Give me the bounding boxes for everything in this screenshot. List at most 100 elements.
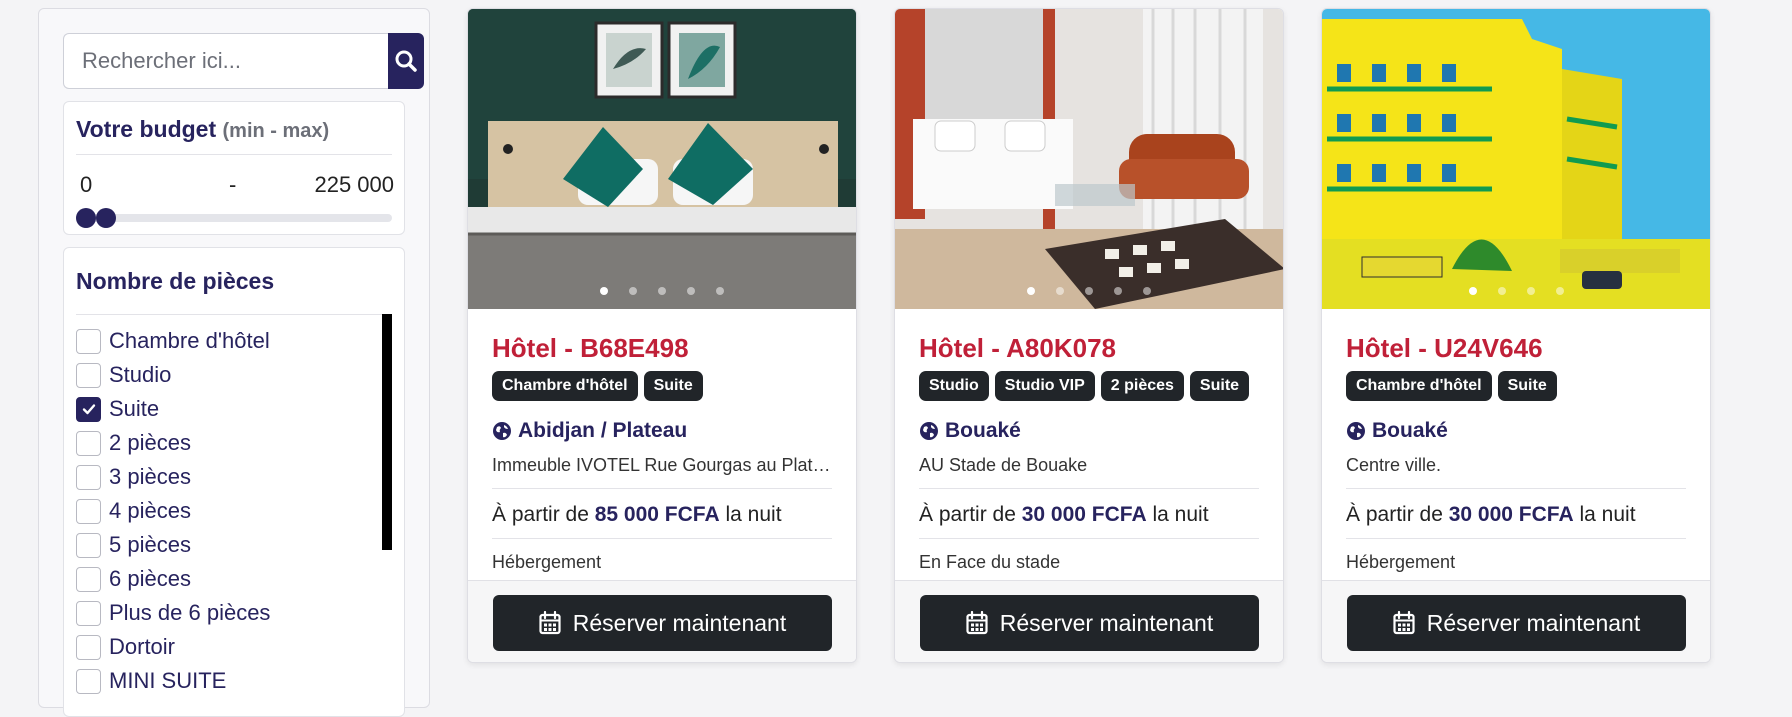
room-option-checkbox[interactable] xyxy=(76,532,101,558)
budget-min-handle[interactable] xyxy=(76,208,96,228)
room-option[interactable]: 5 pièces xyxy=(76,528,270,562)
card-footer: Réserver maintenant xyxy=(1322,580,1710,662)
room-option[interactable]: 6 pièces xyxy=(76,562,270,596)
room-type-badge: Chambre d'hôtel xyxy=(1346,371,1492,401)
carousel-dot[interactable] xyxy=(600,287,608,295)
divider xyxy=(492,488,832,489)
room-option[interactable]: 3 pièces xyxy=(76,460,270,494)
listing-card[interactable]: Hôtel - A80K078 Studio Studio VIP 2 pièces S… xyxy=(894,8,1284,663)
room-option[interactable]: MINI SUITE xyxy=(76,664,270,698)
book-now-button[interactable]: Réserver maintenant xyxy=(493,595,832,651)
search-button[interactable] xyxy=(388,33,424,89)
price-amount: 30 000 FCFA xyxy=(1021,503,1147,526)
card-footer: Réserver maintenant xyxy=(895,580,1283,662)
budget-subtitle: (min - max) xyxy=(222,120,330,142)
price-suffix: la nuit xyxy=(1579,503,1636,526)
room-option-checkbox[interactable] xyxy=(76,634,101,660)
divider xyxy=(492,538,832,539)
search-input[interactable] xyxy=(63,33,388,89)
location-text: Bouaké xyxy=(1372,419,1448,442)
carousel-dot[interactable] xyxy=(716,287,724,295)
globe-icon xyxy=(1347,422,1365,440)
calendar-icon xyxy=(1393,611,1415,635)
room-type-badge: Studio xyxy=(919,371,989,401)
listing-address: AU Stade de Bouake xyxy=(919,455,1088,475)
listing-photo[interactable] xyxy=(895,9,1283,309)
budget-separator: - xyxy=(229,172,237,197)
room-option-label: 6 pièces xyxy=(109,566,191,591)
carousel-dot[interactable] xyxy=(629,287,637,295)
room-option-checkbox[interactable] xyxy=(76,600,101,626)
location-text: Abidjan / Plateau xyxy=(518,419,688,442)
listing-address: Centre ville. xyxy=(1346,455,1442,475)
carousel-dot[interactable] xyxy=(1027,287,1035,295)
carousel-dot[interactable] xyxy=(1143,287,1151,295)
listing-title[interactable]: Hôtel - A80K078 xyxy=(919,333,1116,364)
carousel-dot[interactable] xyxy=(658,287,666,295)
room-option-checkbox[interactable] xyxy=(76,396,101,422)
carousel-dot[interactable] xyxy=(1497,287,1506,295)
room-option[interactable]: Studio xyxy=(76,358,270,392)
divider xyxy=(76,314,392,315)
budget-title-text: Votre budget xyxy=(76,116,217,142)
room-type-badge: Studio VIP xyxy=(994,371,1095,401)
carousel-dot[interactable] xyxy=(1114,287,1122,295)
room-option-label: 5 pièces xyxy=(109,532,191,557)
budget-slider-track[interactable] xyxy=(76,214,392,222)
price-suffix: la nuit xyxy=(725,503,782,526)
listing-title[interactable]: Hôtel - B68E498 xyxy=(492,333,689,364)
room-option-label: Plus de 6 pièces xyxy=(109,600,271,625)
listing-card[interactable]: Hôtel - B68E498 Chambre d'hôtel Suite Abid… xyxy=(467,8,857,663)
room-option-checkbox[interactable] xyxy=(76,464,101,490)
search-icon xyxy=(395,50,417,72)
listing-photo[interactable] xyxy=(1322,9,1710,309)
room-type-badge: 2 pièces xyxy=(1100,371,1184,401)
room-type-badge: Chambre d'hôtel xyxy=(492,371,638,401)
listing-category: En Face du stade xyxy=(919,552,1061,572)
room-type-badge: Suite xyxy=(1497,371,1557,401)
book-now-button[interactable]: Réserver maintenant xyxy=(1347,595,1686,651)
carousel-dot[interactable] xyxy=(1555,287,1564,295)
carousel-dot[interactable] xyxy=(1468,287,1477,295)
room-option-label: 2 pièces xyxy=(109,430,191,455)
room-type-badge: Suite xyxy=(1189,371,1250,401)
price-amount: 30 000 FCFA xyxy=(1448,503,1574,526)
listing-photo[interactable] xyxy=(468,9,856,309)
carousel-dot[interactable] xyxy=(1085,287,1093,295)
room-option-checkbox[interactable] xyxy=(76,430,101,456)
room-option-checkbox[interactable] xyxy=(76,668,101,694)
divider xyxy=(1346,488,1686,489)
filter-sidebar: Votre budget (min - max) 0 - 225 000 Nom… xyxy=(38,8,430,717)
room-option-label: Dortoir xyxy=(109,634,176,659)
room-option-checkbox[interactable] xyxy=(76,328,101,354)
room-option[interactable]: 4 pièces xyxy=(76,494,270,528)
book-now-button[interactable]: Réserver maintenant xyxy=(920,595,1259,651)
listing-category: Hébergement xyxy=(1346,552,1456,572)
budget-min-value: 0 xyxy=(80,172,93,197)
room-option-checkbox[interactable] xyxy=(76,498,101,524)
rooms-scrollbar-thumb[interactable] xyxy=(382,314,392,550)
carousel-dot[interactable] xyxy=(1056,287,1064,295)
carousel-indicators xyxy=(1322,287,1710,295)
room-option[interactable]: 2 pièces xyxy=(76,426,270,460)
listing-card[interactable]: Hôtel - U24V646 Chambre d'hôtel Suite Boua… xyxy=(1321,8,1711,663)
listing-title[interactable]: Hôtel - U24V646 xyxy=(1346,333,1543,364)
price-prefix: À partir de xyxy=(492,503,589,526)
budget-max-handle[interactable] xyxy=(96,208,116,228)
room-option[interactable]: Chambre d'hôtel xyxy=(76,324,270,358)
room-option[interactable]: Plus de 6 pièces xyxy=(76,596,270,630)
budget-title: Votre budget (min - max) xyxy=(76,116,329,143)
room-option[interactable]: Dortoir xyxy=(76,630,270,664)
listing-location: Abidjan / Plateau xyxy=(492,419,687,443)
listing-price: À partir de 85 000 FCFA la nuit xyxy=(492,503,782,527)
search-bar xyxy=(63,33,424,89)
room-option-checkbox[interactable] xyxy=(76,362,101,388)
budget-max-value: 225 000 xyxy=(314,172,394,197)
room-option-checkbox[interactable] xyxy=(76,566,101,592)
price-prefix: À partir de xyxy=(919,503,1016,526)
room-option[interactable]: Suite xyxy=(76,392,270,426)
carousel-dot[interactable] xyxy=(1526,287,1535,295)
divider xyxy=(919,538,1259,539)
rooms-options-list: Chambre d'hôtel Studio Suite 2 pièces 3 pièc… xyxy=(76,324,270,698)
carousel-dot[interactable] xyxy=(687,287,695,295)
